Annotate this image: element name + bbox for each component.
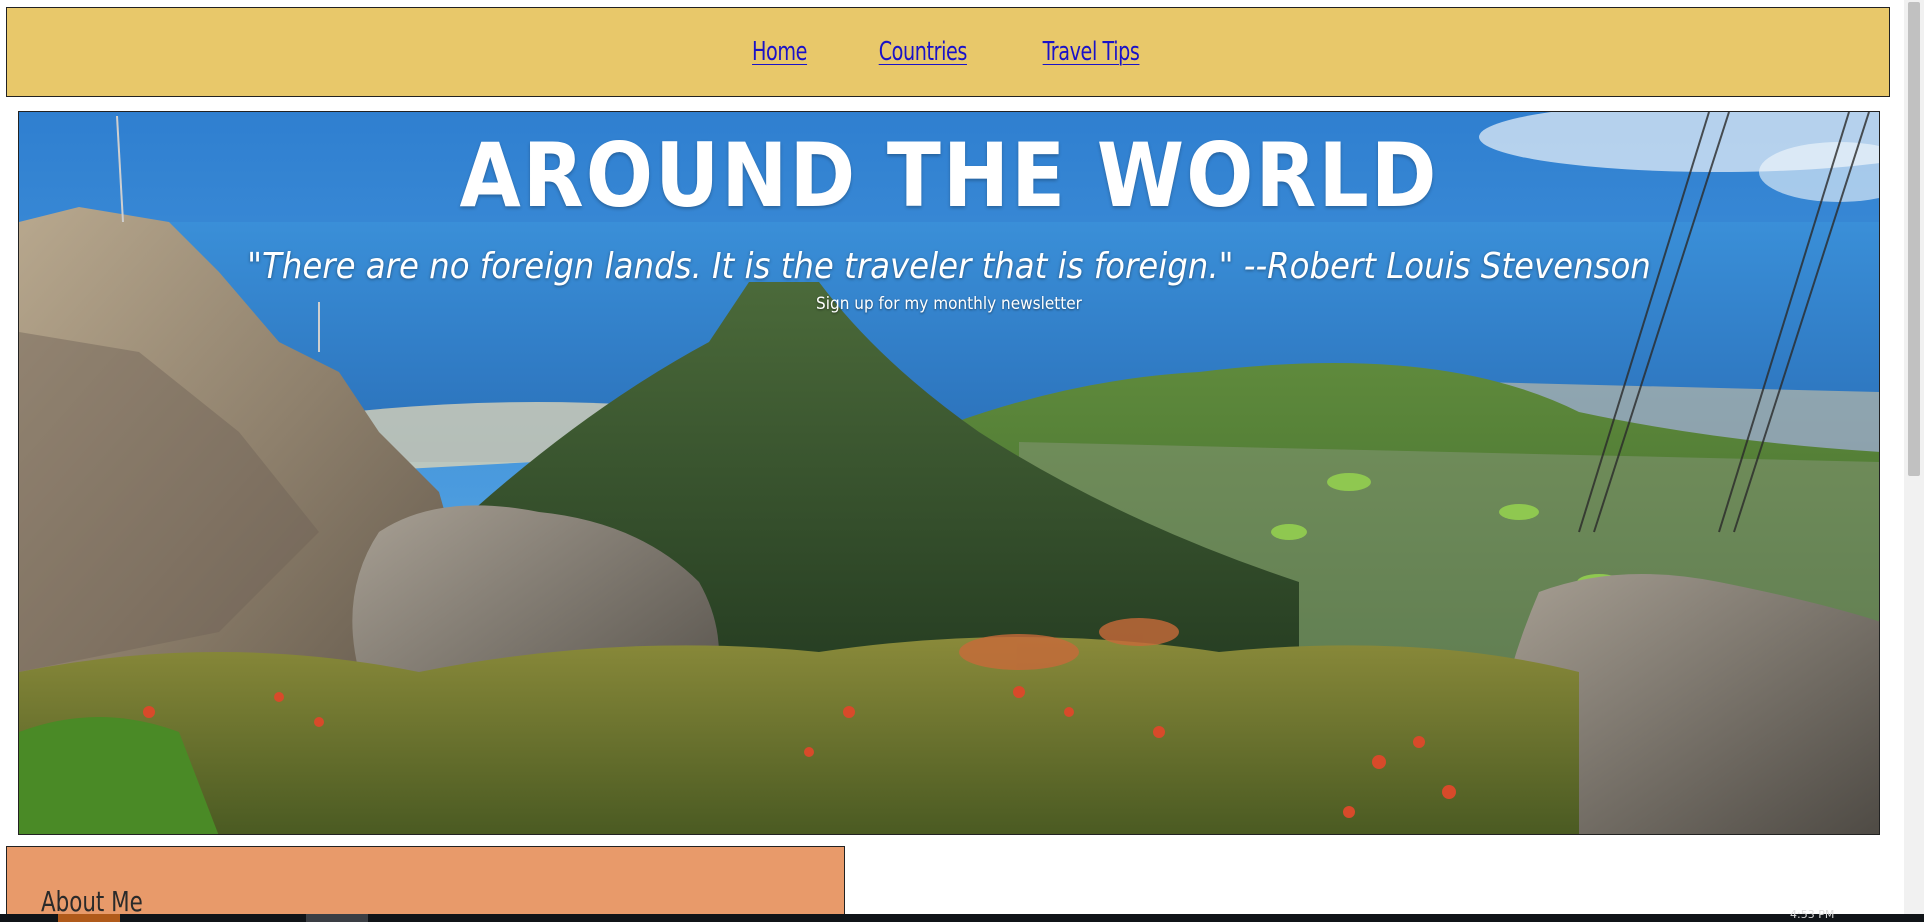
os-taskbar: 4:53 PM	[0, 908, 1924, 922]
hero-quote: "There are no foreign lands. It is the t…	[247, 246, 1651, 287]
taskbar-app-button-2[interactable]	[306, 914, 368, 922]
scrollbar-thumb[interactable]	[1908, 2, 1920, 476]
nav-home-link[interactable]: Home	[752, 37, 807, 67]
hero-banner: AROUND THE WORLD "There are no foreign l…	[18, 111, 1880, 835]
top-nav: Home Countries Travel Tips	[6, 7, 1890, 97]
nav-countries-link[interactable]: Countries	[878, 37, 967, 67]
vertical-scrollbar[interactable]	[1904, 0, 1924, 914]
about-me-section: About Me	[6, 846, 845, 922]
page: Home Countries Travel Tips AROUND THE WO…	[0, 0, 1924, 922]
taskbar-clock: 4:53 PM	[1790, 908, 1835, 921]
newsletter-signup-link[interactable]: Sign up for my monthly newsletter	[19, 296, 1879, 313]
nav-travel-tips-link[interactable]: Travel Tips	[1043, 37, 1140, 67]
hero-title: AROUND THE WORLD	[459, 124, 1439, 227]
taskbar-app-button[interactable]	[58, 914, 120, 922]
